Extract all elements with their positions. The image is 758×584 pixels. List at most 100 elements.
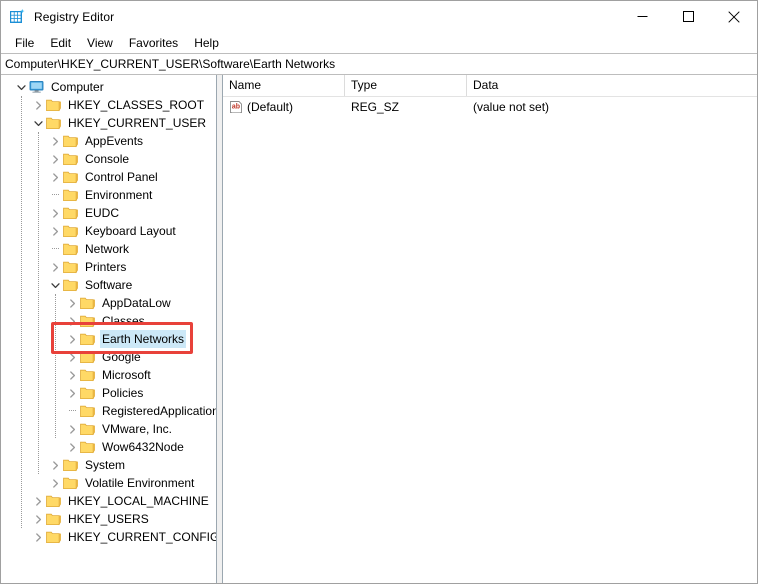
chevron-right-icon[interactable] <box>30 96 46 114</box>
chevron-right-icon[interactable] <box>47 474 63 492</box>
tree-item-policies[interactable]: Policies <box>1 384 216 402</box>
tree-item-label: Volatile Environment <box>85 476 195 490</box>
folder-icon <box>46 116 62 130</box>
folder-icon <box>63 260 79 274</box>
values-list: ab (Default) REG_SZ (value not set) <box>223 97 757 117</box>
chevron-right-icon[interactable] <box>47 132 63 150</box>
tree-item-wow6432node[interactable]: Wow6432Node <box>1 438 216 456</box>
folder-icon <box>63 152 79 166</box>
chevron-right-icon[interactable] <box>64 330 80 348</box>
chevron-right-icon[interactable] <box>47 456 63 474</box>
tree-item-console[interactable]: Console <box>1 150 216 168</box>
tree-item-control-panel[interactable]: Control Panel <box>1 168 216 186</box>
tree-item-environment[interactable]: Environment <box>1 186 216 204</box>
tree-item-computer[interactable]: Computer <box>1 78 216 96</box>
tree-item-label: HKEY_LOCAL_MACHINE <box>68 494 209 508</box>
value-row[interactable]: ab (Default) REG_SZ (value not set) <box>223 97 757 117</box>
menu-favorites[interactable]: Favorites <box>121 34 186 52</box>
chevron-right-icon[interactable] <box>47 258 63 276</box>
chevron-right-icon[interactable] <box>64 420 80 438</box>
chevron-right-icon[interactable] <box>64 348 80 366</box>
chevron-right-icon[interactable] <box>64 294 80 312</box>
tree-item-eudc[interactable]: EUDC <box>1 204 216 222</box>
chevron-right-icon[interactable] <box>30 510 46 528</box>
values-pane[interactable]: Name Type Data ab (Default) REG_SZ (value n… <box>223 75 757 583</box>
tree-item-volatile-environment[interactable]: Volatile Environment <box>1 474 216 492</box>
menu-help[interactable]: Help <box>186 34 227 52</box>
chevron-down-icon[interactable] <box>47 276 63 294</box>
tree-item-label: Wow6432Node <box>102 440 184 454</box>
registry-tree-pane[interactable]: Computer HKEY_CLASSES_ROOT HKEY_CURRENT_US… <box>1 75 217 583</box>
chevron-right-icon[interactable] <box>64 366 80 384</box>
column-header-type[interactable]: Type <box>345 75 467 96</box>
chevron-right-icon[interactable] <box>47 222 63 240</box>
registry-editor-icon <box>9 8 26 25</box>
tree-item-label: Control Panel <box>85 170 158 184</box>
chevron-right-icon[interactable] <box>47 168 63 186</box>
value-name-label: (Default) <box>247 100 294 114</box>
tree-item-registeredapplications[interactable]: RegisteredApplications <box>1 402 216 420</box>
folder-icon <box>46 530 62 544</box>
registry-editor-window: Registry Editor File Edit View Favorites… <box>0 0 758 584</box>
chevron-right-icon[interactable] <box>47 150 63 168</box>
main-content: Computer HKEY_CLASSES_ROOT HKEY_CURRENT_US… <box>1 75 757 583</box>
folder-icon <box>80 332 96 346</box>
tree-item-label: Microsoft <box>102 368 151 382</box>
tree-item-label: HKEY_CURRENT_CONFIG <box>68 530 217 544</box>
tree-item-hkey-users[interactable]: HKEY_USERS <box>1 510 216 528</box>
chevron-right-icon[interactable] <box>64 438 80 456</box>
folder-icon <box>80 296 96 310</box>
tree-item-appevents[interactable]: AppEvents <box>1 132 216 150</box>
chevron-right-icon[interactable] <box>30 528 46 546</box>
maximize-button[interactable] <box>665 1 711 32</box>
tree-item-hkey-current-config[interactable]: HKEY_CURRENT_CONFIG <box>1 528 216 546</box>
column-header-data[interactable]: Data <box>467 75 757 96</box>
tree-item-system[interactable]: System <box>1 456 216 474</box>
folder-icon <box>46 494 62 508</box>
tree-item-hkey-local-machine[interactable]: HKEY_LOCAL_MACHINE <box>1 492 216 510</box>
tree-item-google[interactable]: Google <box>1 348 216 366</box>
tree-item-software[interactable]: Software <box>1 276 216 294</box>
tree-item-hkey-current-user[interactable]: HKEY_CURRENT_USER <box>1 114 216 132</box>
chevron-down-icon[interactable] <box>30 114 46 132</box>
tree-item-vmware-inc[interactable]: VMware, Inc. <box>1 420 216 438</box>
chevron-right-icon[interactable] <box>64 312 80 330</box>
menu-bar: File Edit View Favorites Help <box>1 32 757 53</box>
tree-item-label: Console <box>85 152 130 166</box>
tree-item-hkey-classes-root[interactable]: HKEY_CLASSES_ROOT <box>1 96 216 114</box>
chevron-right-icon[interactable] <box>30 492 46 510</box>
tree-item-label: HKEY_USERS <box>68 512 149 526</box>
tree-item-printers[interactable]: Printers <box>1 258 216 276</box>
minimize-button[interactable] <box>619 1 665 32</box>
column-header-name[interactable]: Name <box>223 75 345 96</box>
folder-icon <box>63 224 79 238</box>
tree-guide-line <box>21 96 22 528</box>
close-button[interactable] <box>711 1 757 32</box>
tree-item-network[interactable]: Network <box>1 240 216 258</box>
menu-file[interactable]: File <box>7 34 42 52</box>
tree-guide-line <box>55 294 56 438</box>
menu-view[interactable]: View <box>79 34 121 52</box>
tree-item-earth-networks[interactable]: Earth Networks <box>1 330 216 348</box>
folder-icon <box>63 206 79 220</box>
tree-item-classes[interactable]: Classes <box>1 312 216 330</box>
menu-edit[interactable]: Edit <box>42 34 79 52</box>
address-bar[interactable]: Computer\HKEY_CURRENT_USER\Software\Eart… <box>1 53 757 75</box>
title-bar: Registry Editor <box>1 1 757 32</box>
tree-item-appdatalow[interactable]: AppDataLow <box>1 294 216 312</box>
tree-item-keyboard-layout[interactable]: Keyboard Layout <box>1 222 216 240</box>
value-data-cell: (value not set) <box>473 100 550 114</box>
tree-item-label: Environment <box>85 188 153 202</box>
tree-item-label: Keyboard Layout <box>85 224 176 238</box>
tree-item-label: HKEY_CURRENT_USER <box>68 116 207 130</box>
tree-item-label: HKEY_CLASSES_ROOT <box>68 98 205 112</box>
chevron-right-icon[interactable] <box>47 204 63 222</box>
tree-item-microsoft[interactable]: Microsoft <box>1 366 216 384</box>
folder-icon <box>63 278 79 292</box>
chevron-right-icon[interactable] <box>64 384 80 402</box>
chevron-down-icon[interactable] <box>13 78 29 96</box>
